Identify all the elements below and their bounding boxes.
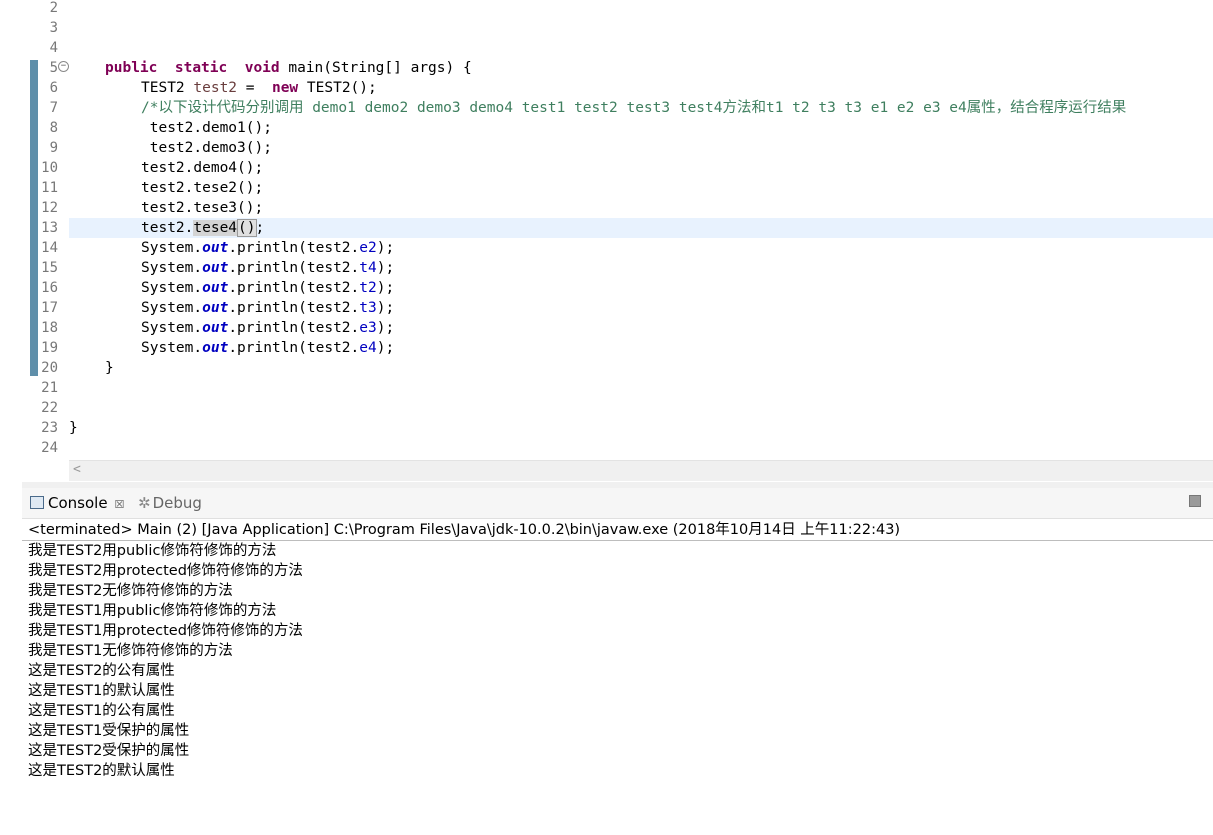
line-number: 20 <box>41 360 58 376</box>
output-line: 这是TEST1的默认属性 <box>28 683 175 699</box>
code-line-5: public static void main(String[] args) { <box>105 60 472 76</box>
tab-debug[interactable]: ✲ Debug <box>138 493 202 513</box>
code-line-23: } <box>69 420 78 436</box>
code-line-19: System.out.println(test2.e4); <box>141 340 395 356</box>
line-number: 15 <box>41 260 58 276</box>
line-number: 12 <box>41 200 58 216</box>
debug-bug-icon: ✲ <box>138 494 151 512</box>
output-line: 我是TEST1用protected修饰符修饰的方法 <box>28 623 303 639</box>
line-number: 8 <box>49 120 58 136</box>
line-number: 24 <box>41 440 58 456</box>
code-line-13: test2.tese4(); <box>141 219 265 237</box>
code-line-17: System.out.println(test2.t3); <box>141 300 395 316</box>
console-status-line: <terminated> Main (2) [Java Application]… <box>28 522 901 538</box>
line-number: 7 <box>49 100 58 116</box>
console-output: 我是TEST2用public修饰符修饰的方法 我是TEST2用protected… <box>28 541 303 781</box>
code-line-18: System.out.println(test2.e3); <box>141 320 395 336</box>
output-line: 我是TEST2无修饰符修饰的方法 <box>28 583 233 599</box>
code-line-8: test2.demo1(); <box>141 120 272 136</box>
line-number: 21 <box>41 380 58 396</box>
line-number: 9 <box>49 140 58 156</box>
code-line-20: } <box>105 360 114 376</box>
code-line-10: test2.demo4(); <box>141 160 264 176</box>
output-line: 这是TEST2的默认属性 <box>28 763 175 779</box>
line-number: 4 <box>49 40 58 56</box>
code-text-area[interactable]: public static void main(String[] args) {… <box>69 0 1213 460</box>
scroll-left-icon[interactable]: < <box>73 462 81 477</box>
console-tab-bar: Console ☒ ✲ Debug <box>22 488 1213 519</box>
close-tab-icon[interactable]: ☒ <box>115 498 125 511</box>
line-number: 11 <box>41 180 58 196</box>
output-line: 这是TEST2受保护的属性 <box>28 743 190 759</box>
code-line-6: TEST2 test2 = new TEST2(); <box>141 80 377 96</box>
line-number: 13 <box>41 220 58 236</box>
output-line: 我是TEST2用protected修饰符修饰的方法 <box>28 563 303 579</box>
code-line-14: System.out.println(test2.e2); <box>141 240 395 256</box>
line-number: 10 <box>41 160 58 176</box>
code-line-9: test2.demo3(); <box>141 140 272 156</box>
output-line: 这是TEST2的公有属性 <box>28 663 175 679</box>
code-line-16: System.out.println(test2.t2); <box>141 280 395 296</box>
left-window-edge <box>0 0 23 835</box>
line-number: 2 <box>49 0 58 16</box>
output-line: 我是TEST1无修饰符修饰的方法 <box>28 643 233 659</box>
line-number: 5 <box>49 60 58 76</box>
line-number: 16 <box>41 280 58 296</box>
line-number: 19 <box>41 340 58 356</box>
line-number: 23 <box>41 420 58 436</box>
line-number: 17 <box>41 300 58 316</box>
matching-bracket: () <box>237 219 257 237</box>
line-number: 22 <box>41 400 58 416</box>
code-line-12: test2.tese3(); <box>141 200 264 216</box>
output-line: 这是TEST1的公有属性 <box>28 703 175 719</box>
tab-console[interactable]: Console ☒ <box>30 493 124 513</box>
code-editor[interactable]: 2 3 4 5 − 6 7 8 9 10 11 12 13 14 15 16 1… <box>22 0 1213 482</box>
line-number: 18 <box>41 320 58 336</box>
output-line: 这是TEST1受保护的属性 <box>28 723 190 739</box>
output-line: 我是TEST1用public修饰符修饰的方法 <box>28 603 277 619</box>
fold-collapse-icon[interactable]: − <box>58 61 69 72</box>
line-number: 14 <box>41 240 58 256</box>
console-view: Console ☒ ✲ Debug <terminated> Main (2) [J… <box>22 488 1213 835</box>
console-icon <box>30 496 44 509</box>
occurrence-highlight: tese4 <box>193 220 238 236</box>
line-number: 6 <box>49 80 58 96</box>
code-line-7-comment: /*以下设计代码分别调用 demo1 demo2 demo3 demo4 tes… <box>141 100 1127 116</box>
line-number: 3 <box>49 20 58 36</box>
horizontal-scrollbar[interactable]: < <box>69 460 1213 481</box>
code-line-15: System.out.println(test2.t4); <box>141 260 395 276</box>
output-line: 我是TEST2用public修饰符修饰的方法 <box>28 543 277 559</box>
code-line-11: test2.tese2(); <box>141 180 264 196</box>
minimize-view-icon[interactable] <box>1189 495 1201 507</box>
